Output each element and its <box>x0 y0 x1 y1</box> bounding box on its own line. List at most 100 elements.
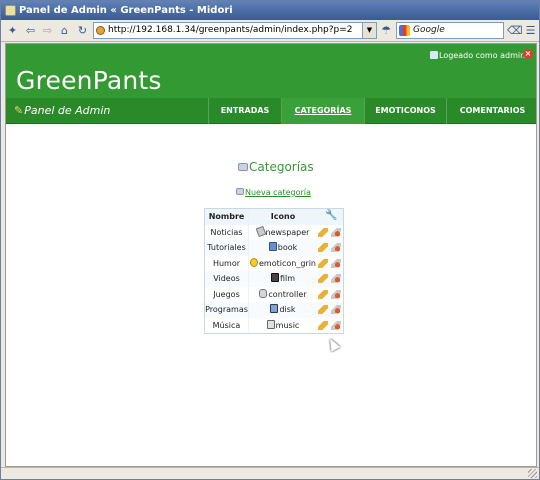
categories-table: Nombre Icono 🔧 Noticias newspaper Tutorial… <box>204 208 344 334</box>
delete-icon[interactable] <box>331 305 341 314</box>
page-title-text: Categorías <box>249 160 314 174</box>
menu-icon[interactable]: ☰ <box>523 23 538 38</box>
delete-icon[interactable] <box>331 274 341 283</box>
category-icon-label: emoticon_grin <box>259 258 316 268</box>
category-name: Música <box>205 317 249 333</box>
search-input[interactable]: Google <box>396 22 504 39</box>
category-icon-cell: disk <box>250 302 316 318</box>
header-icono: Icono <box>270 212 296 221</box>
category-icon-label: film <box>279 274 296 283</box>
table-row: Tutoriales book <box>205 240 343 256</box>
page-title: Categorías <box>238 160 314 174</box>
category-icon-label: newspaper <box>265 227 310 237</box>
newspaper-icon <box>255 225 266 237</box>
delete-icon[interactable] <box>331 227 341 237</box>
new-tab-icon[interactable]: ✦ <box>5 23 20 38</box>
window-titlebar[interactable]: Panel de Admin « GreenPants - Midori <box>1 1 539 20</box>
category-icon-cell: controller <box>250 287 316 303</box>
new-category-link[interactable]: Nueva categoría <box>236 188 311 197</box>
category-icon-cell: book <box>250 240 316 256</box>
category-name: Videos <box>205 271 249 287</box>
url-input[interactable]: http://192.168.1.34/greenpants/admin/ind… <box>93 22 363 39</box>
rss-icon[interactable]: ☂ <box>379 23 393 38</box>
edit-icon[interactable] <box>318 320 328 330</box>
nav-categorias[interactable]: CATEGORÍAS <box>281 98 364 124</box>
row-actions <box>317 240 345 256</box>
table-row: Juegos controller <box>205 286 345 303</box>
row-actions <box>317 318 345 334</box>
user-icon <box>430 51 438 59</box>
home-icon[interactable]: ⌂ <box>57 23 72 38</box>
edit-icon[interactable] <box>318 274 328 283</box>
reload-icon[interactable]: ↻ <box>75 23 90 38</box>
category-name: Noticias <box>205 224 249 240</box>
logged-in-text: Logeado como admin <box>439 51 526 60</box>
row-actions <box>317 225 345 241</box>
controller-icon <box>259 288 268 298</box>
google-engine-icon <box>399 25 410 36</box>
category-icon-label: disk <box>279 305 296 314</box>
category-icon-label: music <box>275 320 300 330</box>
delete-icon[interactable] <box>331 289 341 299</box>
delete-icon[interactable] <box>331 320 341 330</box>
favicon-icon <box>96 26 105 35</box>
url-dropdown-icon[interactable]: ▼ <box>363 22 377 39</box>
browser-toolbar: ✦ ⇦ ⇨ ⌂ ↻ http://192.168.1.34/greenpants… <box>1 20 539 42</box>
browser-window: Panel de Admin « GreenPants - Midori ✦ ⇦… <box>0 0 540 480</box>
new-category-text: Nueva categoría <box>245 188 311 197</box>
edit-icon[interactable] <box>318 227 328 237</box>
panel-label-text: Panel de Admin <box>24 104 111 117</box>
logout-icon[interactable]: × <box>523 49 533 59</box>
delete-icon[interactable] <box>331 258 341 268</box>
wrench-icon: ✎ <box>14 104 24 117</box>
web-page: GreenPants Logeado como admin × ✎Panel d… <box>5 43 537 467</box>
window-title: Panel de Admin « GreenPants - Midori <box>19 5 233 16</box>
row-actions <box>317 271 345 287</box>
table-row: Música music <box>205 317 345 334</box>
edit-icon[interactable] <box>318 305 328 314</box>
edit-icon[interactable] <box>318 258 328 268</box>
table-row: Noticias newspaper <box>205 224 345 241</box>
category-name: Programas <box>205 302 249 318</box>
add-tag-icon <box>236 188 244 195</box>
row-actions <box>317 256 345 272</box>
row-actions <box>317 302 345 318</box>
delete-icon[interactable] <box>331 243 341 252</box>
row-actions <box>317 287 345 303</box>
site-header: GreenPants Logeado como admin × <box>6 44 536 98</box>
table-row: Humor emoticon_grin <box>205 255 345 272</box>
nav-comentarios[interactable]: COMENTARIOS <box>446 98 536 124</box>
search-placeholder: Google <box>413 25 445 35</box>
trash-icon[interactable]: ⌫ <box>507 23 523 38</box>
tag-icon <box>238 163 248 171</box>
url-text: http://192.168.1.34/greenpants/admin/ind… <box>108 25 353 35</box>
category-name: Humor <box>205 255 249 271</box>
edit-icon[interactable] <box>318 289 328 299</box>
back-arrow-icon[interactable]: ⇦ <box>23 23 38 38</box>
nav-entradas[interactable]: ENTRADAS <box>208 98 281 124</box>
category-icon-label: controller <box>268 289 307 299</box>
resize-grip[interactable] <box>528 469 537 478</box>
header-nombre: Nombre <box>205 209 249 225</box>
admin-navbar: ✎Panel de Admin ENTRADAS CATEGORÍAS EMOT… <box>6 98 536 124</box>
wrench-icon: 🔧 <box>325 210 338 221</box>
midori-app-icon <box>5 5 16 16</box>
header-actions: 🔧 <box>317 209 345 225</box>
category-icon-cell: film <box>250 271 316 287</box>
disk-icon <box>270 304 279 313</box>
category-name: Tutoriales <box>205 240 249 256</box>
mouse-cursor <box>325 336 341 352</box>
category-icon-cell: newspaper <box>250 225 316 241</box>
category-name: Juegos <box>205 286 249 302</box>
category-icon-cell: emoticon_grin <box>250 256 316 272</box>
music-icon <box>266 319 275 329</box>
nav-emoticonos[interactable]: EMOTICONOS <box>364 98 446 124</box>
edit-icon[interactable] <box>318 243 328 252</box>
site-title[interactable]: GreenPants <box>16 66 162 95</box>
logged-in-status: Logeado como admin <box>430 51 525 60</box>
panel-label[interactable]: ✎Panel de Admin <box>14 104 110 117</box>
forward-arrow-icon[interactable]: ⇨ <box>40 23 55 38</box>
book-icon <box>268 242 277 251</box>
status-bar <box>1 467 539 479</box>
category-icon-cell: music <box>250 318 316 334</box>
